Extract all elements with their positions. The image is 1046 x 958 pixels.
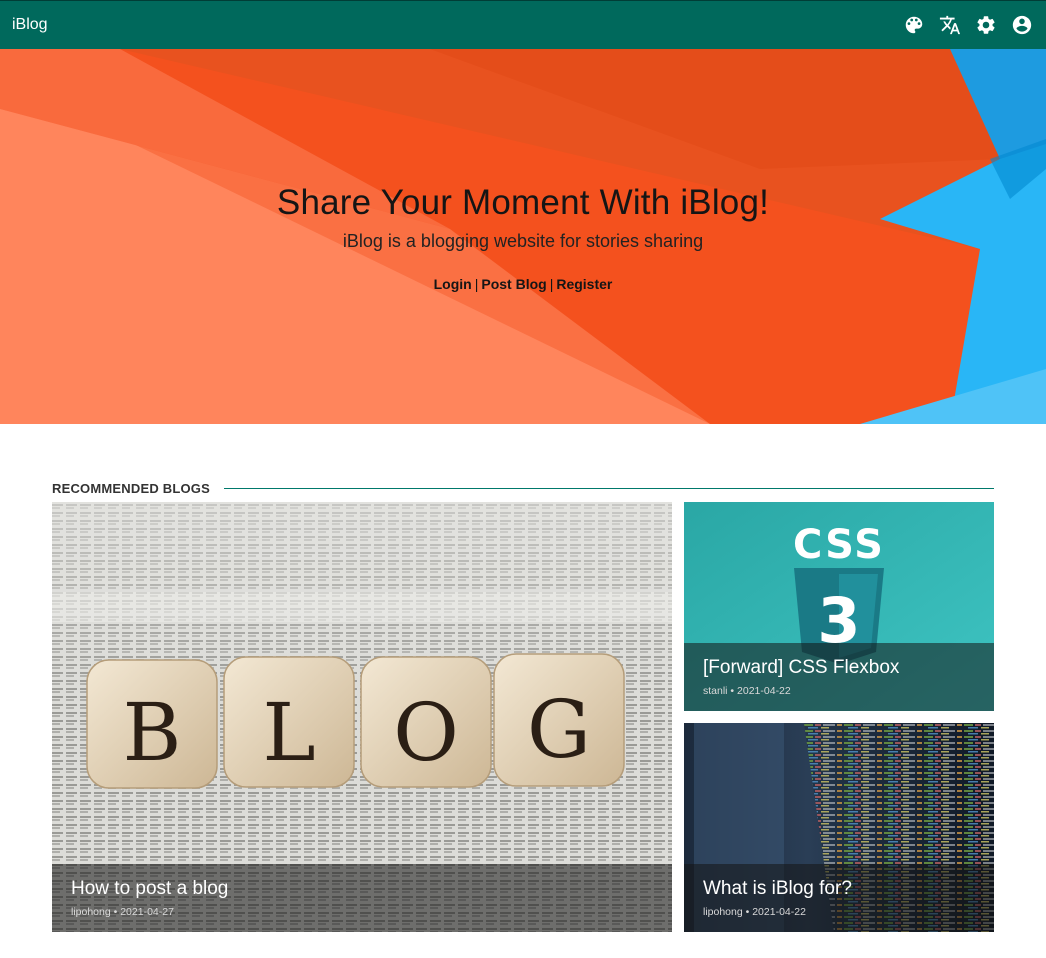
- card-caption: What is iBlog for? lipohong • 2021-04-22: [684, 864, 994, 932]
- login-link[interactable]: Login: [434, 276, 472, 292]
- blog-letter: O: [393, 686, 459, 779]
- palette-icon[interactable]: [902, 13, 926, 37]
- section-divider: [223, 487, 994, 489]
- account-icon[interactable]: [1010, 13, 1034, 37]
- card-title[interactable]: What is iBlog for?: [703, 878, 975, 900]
- meta-separator: •: [727, 685, 738, 697]
- hero-subtitle: iBlog is a blogging website for stories …: [342, 231, 704, 251]
- card-author: stanli: [703, 685, 728, 697]
- hero-content: Share Your Moment With iBlog! iBlog is a…: [0, 49, 1046, 424]
- blog-letter: G: [527, 683, 591, 776]
- blog-card[interactable]: B L O G How to post a blog lipohong • 20…: [52, 502, 672, 932]
- card-date: 2021-04-22: [737, 685, 791, 697]
- app-title[interactable]: iBlog: [12, 16, 48, 34]
- card-author: lipohong: [71, 906, 111, 918]
- app-bar: iBlog: [0, 0, 1046, 49]
- link-separator: |: [549, 276, 554, 292]
- card-meta: lipohong • 2021-04-27: [71, 906, 653, 918]
- card-date: 2021-04-22: [752, 906, 806, 918]
- meta-separator: •: [742, 906, 753, 918]
- post-blog-link[interactable]: Post Blog: [481, 276, 546, 292]
- blog-card[interactable]: What is iBlog for? lipohong • 2021-04-22: [684, 723, 994, 932]
- appbar-actions: [902, 13, 1034, 37]
- card-meta: stanli • 2021-04-22: [703, 685, 975, 697]
- section-header: RECOMMENDED BLOGS: [52, 478, 994, 498]
- card-caption: How to post a blog lipohong • 2021-04-27: [52, 864, 672, 932]
- register-link[interactable]: Register: [556, 276, 612, 292]
- blog-card[interactable]: CSS 3 [Forward] CSS Flexbox stanli • 202…: [684, 502, 994, 711]
- translate-icon[interactable]: [938, 13, 962, 37]
- hero-banner: Share Your Moment With iBlog! iBlog is a…: [0, 49, 1046, 424]
- link-separator: |: [474, 276, 479, 292]
- card-caption: [Forward] CSS Flexbox stanli • 2021-04-2…: [684, 643, 994, 711]
- section-title: RECOMMENDED BLOGS: [52, 480, 210, 496]
- meta-separator: •: [110, 906, 121, 918]
- css-logo-text: CSS: [793, 522, 885, 568]
- card-date: 2021-04-27: [120, 906, 174, 918]
- hero-title: Share Your Moment With iBlog!: [276, 183, 770, 222]
- card-title[interactable]: How to post a blog: [71, 878, 653, 900]
- hero-links: Login | Post Blog | Register: [434, 276, 613, 292]
- settings-icon[interactable]: [974, 13, 998, 37]
- card-author: lipohong: [703, 906, 743, 918]
- blog-letter: B: [123, 686, 182, 779]
- card-meta: lipohong • 2021-04-22: [703, 906, 975, 918]
- blog-letter: L: [262, 686, 315, 779]
- card-title[interactable]: [Forward] CSS Flexbox: [703, 657, 975, 679]
